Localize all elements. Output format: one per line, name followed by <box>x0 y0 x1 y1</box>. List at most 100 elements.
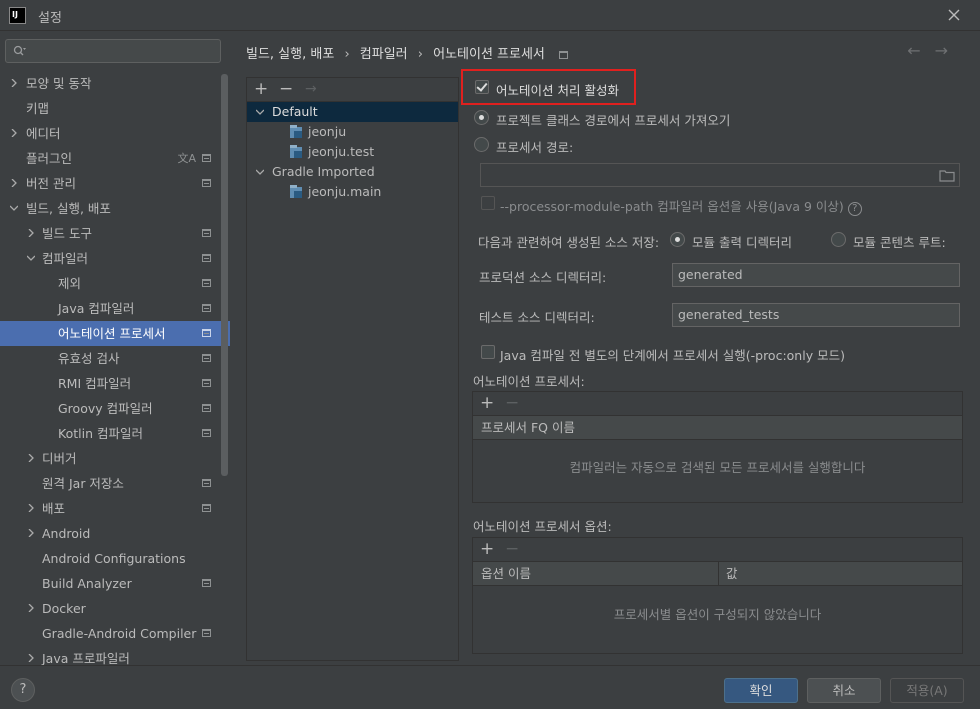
help-button[interactable]: ? <box>11 678 35 702</box>
sidebar-item-remote-jar-repositories[interactable]: 원격 Jar 저장소 <box>0 471 230 496</box>
remove-processor-button[interactable]: − <box>505 393 519 413</box>
move-to-profile-button[interactable]: → <box>305 79 317 99</box>
obtain-from-classpath-radio[interactable] <box>474 110 489 125</box>
profile-module[interactable]: jeonju <box>247 122 458 142</box>
apply-button[interactable]: 적용(A) <box>890 678 964 703</box>
profile-module[interactable]: jeonju.test <box>247 142 458 162</box>
sidebar-item-label: 플러그인 <box>26 151 73 166</box>
dialog-footer: ? 확인 취소 적용(A) <box>0 665 980 709</box>
project-settings-icon <box>202 154 211 162</box>
options-table-header: 옵션 이름 값 <box>473 562 962 586</box>
breadcrumb-item[interactable]: 빌드, 실행, 배포 <box>246 47 334 62</box>
breadcrumb-separator: › <box>417 47 423 62</box>
processors-toolbar: + − <box>473 392 962 416</box>
sidebar-item-rmi-compiler[interactable]: RMI 컴파일러 <box>0 371 230 396</box>
sidebar-item-label: 유효성 검사 <box>58 351 120 366</box>
sidebar-item-label: Build Analyzer <box>42 576 132 591</box>
add-option-button[interactable]: + <box>480 539 494 559</box>
profile-module[interactable]: jeonju.main <box>247 182 458 202</box>
profile-label: jeonju.main <box>308 184 382 199</box>
search-input[interactable] <box>5 39 221 63</box>
remove-option-button[interactable]: − <box>505 539 519 559</box>
chevron-right-icon <box>28 529 34 537</box>
processor-path-label: 프로세서 경로: <box>496 140 574 155</box>
sidebar-item-label: 빌드 도구 <box>42 226 92 241</box>
sidebar-item-kotlin-compiler[interactable]: Kotlin 컴파일러 <box>0 421 230 446</box>
module-output-radio[interactable] <box>670 232 685 247</box>
breadcrumb-item[interactable]: 컴파일러 <box>360 47 408 62</box>
sidebar-item-excludes[interactable]: 제외 <box>0 271 230 296</box>
sidebar-item-groovy-compiler[interactable]: Groovy 컴파일러 <box>0 396 230 421</box>
project-settings-icon <box>202 629 211 637</box>
folder-icon[interactable] <box>939 169 955 185</box>
sidebar-item-gradle-android-compiler[interactable]: Gradle-Android Compiler <box>0 621 230 646</box>
translate-icon: 文A <box>177 152 196 165</box>
column-header[interactable]: 프로세서 FQ 이름 <box>481 416 575 439</box>
sidebar-item-vcs[interactable]: 버전 관리 <box>0 171 230 196</box>
column-header[interactable]: 옵션 이름 <box>481 562 531 585</box>
project-settings-icon <box>202 329 211 337</box>
production-dir-field[interactable]: generated <box>672 263 960 287</box>
project-settings-icon <box>202 429 211 437</box>
sidebar-item-compiler[interactable]: 컴파일러 <box>0 246 230 271</box>
sidebar-item-label: 디버거 <box>42 451 77 466</box>
sidebar-item-appearance[interactable]: 모양 및 동작 <box>0 71 230 96</box>
sidebar-item-deployment[interactable]: 배포 <box>0 496 230 521</box>
ok-button[interactable]: 확인 <box>724 678 798 703</box>
sidebar-item-keymap[interactable]: 키맵 <box>0 96 230 121</box>
chevron-right-icon <box>11 179 17 187</box>
chevron-right-icon <box>28 654 34 662</box>
sidebar-item-build-analyzer[interactable]: Build Analyzer <box>0 571 230 596</box>
processors-empty-text: 컴파일러는 자동으로 검색된 모든 프로세서를 실행합니다 <box>569 460 866 475</box>
profile-default[interactable]: Default <box>247 102 458 122</box>
processor-path-radio[interactable] <box>474 137 489 152</box>
chevron-right-icon <box>11 79 17 87</box>
profile-gradle-imported[interactable]: Gradle Imported <box>247 162 458 182</box>
chevron-right-icon <box>28 454 34 462</box>
content-root-radio[interactable] <box>831 232 846 247</box>
sidebar-item-java-profiler[interactable]: Java 프로파일러 <box>0 646 230 665</box>
proc-only-checkbox[interactable] <box>481 345 495 359</box>
sidebar-item-android[interactable]: Android <box>0 521 230 546</box>
options-table: + − 옵션 이름 값 프로세서별 옵션이 구성되지 않았습니다 <box>472 537 963 654</box>
column-header[interactable]: 값 <box>726 562 738 585</box>
sidebar-item-plugins[interactable]: 플러그인 文A <box>0 146 230 171</box>
profile-label: Default <box>272 104 318 119</box>
sidebar-item-android-configurations[interactable]: Android Configurations <box>0 546 230 571</box>
sidebar-item-docker[interactable]: Docker <box>0 596 230 621</box>
project-settings-icon <box>202 254 211 262</box>
sidebar-item-debugger[interactable]: 디버거 <box>0 446 230 471</box>
project-settings-icon <box>202 579 211 587</box>
sidebar-item-label: 키맵 <box>26 101 50 116</box>
sidebar-item-label: Android <box>42 526 91 541</box>
help-icon[interactable]: ? <box>847 202 862 216</box>
chevron-right-icon <box>28 504 34 512</box>
sidebar-item-build-execution-deployment[interactable]: 빌드, 실행, 배포 <box>0 196 230 221</box>
breadcrumb: 빌드, 실행, 배포 › 컴파일러 › 어노테이션 프로세서 <box>246 43 574 62</box>
module-path-checkbox[interactable] <box>481 196 495 210</box>
processor-path-field[interactable] <box>480 163 960 187</box>
module-path-text: --processor-module-path 컴파일러 옵션을 사용(Java… <box>500 199 844 214</box>
project-settings-icon <box>202 229 211 237</box>
sidebar-item-label: Groovy 컴파일러 <box>58 401 153 416</box>
forward-arrow-icon[interactable]: → <box>935 41 962 60</box>
sidebar-item-label: Java 프로파일러 <box>42 651 130 665</box>
project-settings-icon <box>202 479 211 487</box>
test-dir-field[interactable]: generated_tests <box>672 303 960 327</box>
enable-annotation-processing-checkbox[interactable] <box>475 80 489 94</box>
window-title: 설정 <box>38 11 62 26</box>
cancel-button[interactable]: 취소 <box>807 678 881 703</box>
back-arrow-icon[interactable]: ← <box>907 41 934 60</box>
close-icon[interactable] <box>944 5 964 25</box>
sidebar-scrollbar[interactable] <box>221 74 228 476</box>
sidebar-item-build-tools[interactable]: 빌드 도구 <box>0 221 230 246</box>
project-settings-icon <box>202 379 211 387</box>
sidebar-item-editor[interactable]: 에디터 <box>0 121 230 146</box>
profile-label: Gradle Imported <box>272 164 375 179</box>
sidebar-item-java-compiler[interactable]: Java 컴파일러 <box>0 296 230 321</box>
remove-profile-button[interactable]: − <box>279 79 293 99</box>
add-processor-button[interactable]: + <box>480 393 494 413</box>
sidebar-item-annotation-processors[interactable]: 어노테이션 프로세서 <box>0 321 230 346</box>
add-profile-button[interactable]: + <box>254 79 268 99</box>
sidebar-item-validation[interactable]: 유효성 검사 <box>0 346 230 371</box>
